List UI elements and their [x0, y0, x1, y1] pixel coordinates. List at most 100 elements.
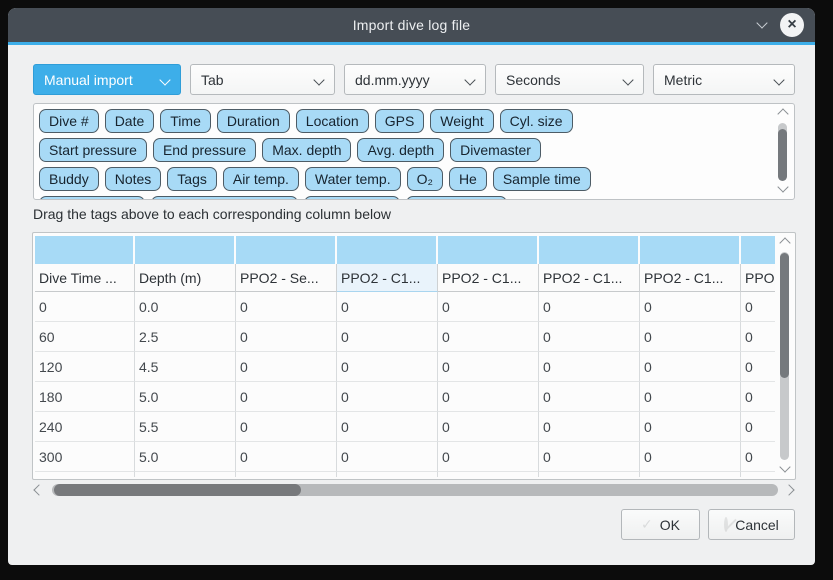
tag-he[interactable]: He	[449, 167, 487, 191]
tag-notes[interactable]: Notes	[105, 167, 162, 191]
tag-end-pressure[interactable]: End pressure	[153, 138, 256, 162]
window-title: Import dive log file	[353, 17, 471, 33]
chevron-down-icon	[756, 17, 767, 28]
tag-sample-po[interactable]: Sample pO₂	[304, 196, 399, 200]
scroll-down-button[interactable]	[780, 463, 790, 473]
scrollbar-thumb[interactable]	[780, 253, 789, 378]
tag-air-temp[interactable]: Air temp.	[223, 167, 299, 191]
column-header[interactable]: PPO2 - C1...	[640, 264, 741, 292]
ok-button[interactable]: ✓ OK	[621, 509, 700, 540]
tag-date[interactable]: Date	[105, 109, 155, 133]
scrollbar-thumb[interactable]	[54, 484, 301, 496]
table-cell	[539, 472, 640, 477]
tag-sample-time[interactable]: Sample time	[493, 167, 591, 191]
table-cell: 0	[640, 382, 741, 412]
combo-date-format[interactable]: dd.mm.yyyy	[344, 64, 486, 95]
scrollbar-track[interactable]	[778, 123, 787, 180]
column-header[interactable]: Dive Time ...	[35, 264, 135, 292]
column-header[interactable]: PPO2 - C1...	[438, 264, 539, 292]
scroll-up-button[interactable]	[778, 110, 788, 120]
scrollbar-thumb[interactable]	[778, 129, 787, 181]
combo-units[interactable]: Metric	[653, 64, 795, 95]
scrollbar-track[interactable]	[780, 252, 789, 460]
table-cell: 0	[539, 412, 640, 442]
table-cell: 0	[539, 352, 640, 382]
table-cell	[337, 472, 438, 477]
tag-time[interactable]: Time	[160, 109, 211, 133]
tag-panel: Dive #DateTimeDurationLocationGPSWeight C…	[33, 103, 795, 200]
column-drop-target[interactable]	[337, 236, 438, 264]
table-cell: 300	[35, 442, 135, 472]
scroll-up-button[interactable]	[780, 239, 790, 249]
scroll-left-button[interactable]	[35, 485, 45, 495]
chevron-down-icon	[622, 74, 633, 85]
tag-duration[interactable]: Duration	[217, 109, 290, 133]
check-icon: ✓	[641, 516, 653, 533]
combo-duration-format[interactable]: Seconds	[495, 64, 644, 95]
tag-start-pressure[interactable]: Start pressure	[39, 138, 147, 162]
column-drop-target[interactable]	[741, 236, 775, 264]
tag-weight[interactable]: Weight	[430, 109, 493, 133]
table-cell: 0	[236, 352, 337, 382]
tag-water-temp[interactable]: Water temp.	[305, 167, 401, 191]
table-cell: 0	[741, 292, 775, 322]
table-row: 2405.5000000	[35, 412, 775, 442]
tag-location[interactable]: Location	[296, 109, 369, 133]
tag-panel-vertical-scrollbar[interactable]	[775, 108, 791, 195]
chevron-down-icon	[777, 181, 788, 192]
chevron-down-icon	[464, 74, 475, 85]
column-drop-target[interactable]	[640, 236, 741, 264]
tag-buddy[interactable]: Buddy	[39, 167, 99, 191]
combo-import-type[interactable]: Manual import	[33, 64, 181, 95]
horizontal-scrollbar[interactable]	[35, 482, 795, 498]
combo-field-separator[interactable]: Tab	[190, 64, 335, 95]
column-header[interactable]: PPO2 - C1...	[741, 264, 775, 292]
table-header-row: Dive Time ...Depth (m)PPO2 - Se...PPO2 -…	[35, 264, 775, 292]
column-header[interactable]: PPO2 - C1...	[539, 264, 640, 292]
scroll-down-button[interactable]	[778, 183, 788, 193]
tag-o[interactable]: O₂	[407, 167, 443, 191]
close-button[interactable]: ×	[780, 13, 804, 37]
table-cell: 0	[438, 292, 539, 322]
column-drop-target[interactable]	[35, 236, 135, 264]
close-icon: ×	[787, 17, 796, 33]
tag-sample-temperature[interactable]: Sample temperature	[151, 196, 298, 200]
column-drop-target[interactable]	[539, 236, 640, 264]
chevron-up-icon	[779, 237, 790, 248]
tag-sample-cns[interactable]: Sample CNS	[406, 196, 507, 200]
table-cell	[438, 472, 539, 477]
tag-sample-depth[interactable]: Sample depth	[39, 196, 145, 200]
scroll-right-button[interactable]	[785, 485, 795, 495]
table-cell: 0	[337, 442, 438, 472]
table-cell: 0	[640, 412, 741, 442]
column-header[interactable]: PPO2 - Se...	[236, 264, 337, 292]
tag-divemaster[interactable]: Divemaster	[450, 138, 541, 162]
table-cell: 0	[236, 382, 337, 412]
table-cell: 0	[539, 292, 640, 322]
chevron-left-icon	[33, 484, 44, 495]
scrollbar-track[interactable]	[52, 484, 778, 496]
tag-cyl-size[interactable]: Cyl. size	[500, 109, 573, 133]
column-drop-target[interactable]	[438, 236, 539, 264]
table-cell: 60	[35, 322, 135, 352]
tag-tags[interactable]: Tags	[167, 167, 217, 191]
table-vertical-scrollbar[interactable]	[777, 237, 793, 475]
column-header[interactable]: PPO2 - C1...	[337, 264, 438, 292]
cancel-button[interactable]: Cancel	[708, 509, 795, 540]
table-cell: 0	[337, 382, 438, 412]
tag-avg-depth[interactable]: Avg. depth	[357, 138, 444, 162]
titlebar[interactable]: Import dive log file ×	[8, 8, 815, 45]
tag-max-depth[interactable]: Max. depth	[262, 138, 351, 162]
tag-dive[interactable]: Dive #	[39, 109, 99, 133]
ok-button-label: OK	[660, 517, 680, 533]
table-cell: 0	[741, 442, 775, 472]
table-cell: 0	[236, 442, 337, 472]
column-header[interactable]: Depth (m)	[135, 264, 236, 292]
table-row-partial	[35, 472, 775, 477]
cancel-icon	[724, 517, 728, 532]
column-drop-target[interactable]	[236, 236, 337, 264]
column-drop-target[interactable]	[135, 236, 236, 264]
shade-button[interactable]	[755, 19, 769, 31]
instruction-label: Drag the tags above to each correspondin…	[33, 206, 391, 222]
tag-gps[interactable]: GPS	[375, 109, 425, 133]
